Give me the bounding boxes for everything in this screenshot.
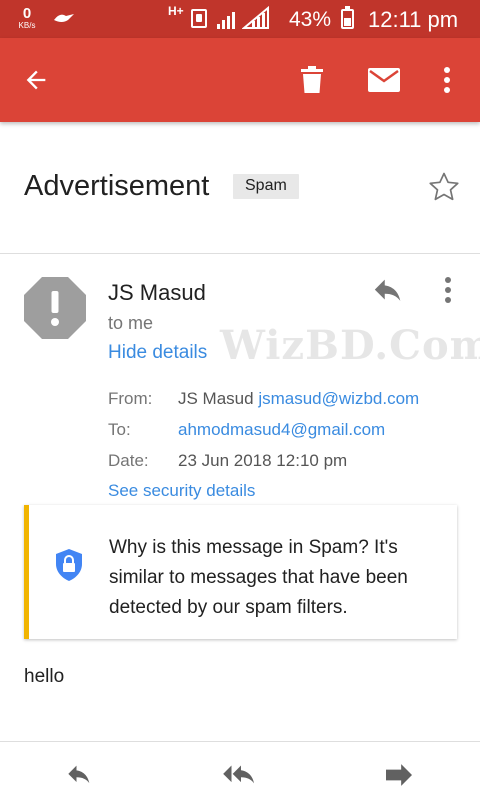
shield-lock-icon [54,548,84,587]
spam-sender-avatar [24,277,86,344]
battery-icon [341,6,354,29]
hide-details-link[interactable]: Hide details [108,342,207,364]
signal-strength-icon [241,5,270,35]
mark-unread-icon[interactable] [362,58,406,102]
clock: 12:11 pm [368,7,459,32]
more-vert-icon[interactable] [425,58,469,102]
from-email-link[interactable]: jsmasud@wizbd.com [258,389,419,408]
recipient-summary: to me [108,313,154,333]
status-bar: 0 KB/s H+ 43% 12:11 pm [0,0,480,38]
data-speed-unit: KB/s [18,21,36,30]
delete-icon[interactable] [290,58,334,102]
spam-warning-card: Why is this message in Spam? It's simila… [24,505,457,639]
divider [0,253,480,254]
to-email-link[interactable]: ahmodmasud4@gmail.com [178,420,385,440]
data-speed-indicator: 0 KB/s [14,6,40,30]
signal-strength-icon [216,8,240,35]
date-label: Date: [108,451,149,470]
message-body: hello [24,666,65,687]
data-speed-value: 0 [22,5,32,22]
battery-percent: 43% [289,8,332,31]
star-icon[interactable] [427,170,461,209]
network-type: H+ [168,4,184,18]
watermark: WizBD.Com [220,322,480,369]
bottom-action-bar [0,741,480,800]
notification-icon [52,10,76,31]
sender-name: JS Masud [108,280,206,305]
back-arrow-icon[interactable] [14,58,58,102]
reply-icon[interactable] [66,764,94,791]
sim-card-icon [191,9,207,28]
reply-all-icon[interactable] [222,764,260,791]
from-name: JS Masud [178,389,254,408]
from-label: From: [108,389,153,408]
spam-label-badge[interactable]: Spam [233,174,299,199]
from-value: JS Masud jsmasud@wizbd.com [178,389,419,409]
date-value: 23 Jun 2018 12:10 pm [178,451,348,470]
security-details-link[interactable]: See security details [108,481,255,501]
more-vert-icon[interactable] [444,277,452,308]
reply-icon[interactable] [372,278,406,309]
forward-icon[interactable] [386,764,412,791]
spam-warning-text: Why is this message in Spam? It's simila… [109,537,408,618]
subject-title: Advertisement [24,170,210,202]
app-toolbar [0,38,480,122]
to-label: To: [108,420,131,439]
